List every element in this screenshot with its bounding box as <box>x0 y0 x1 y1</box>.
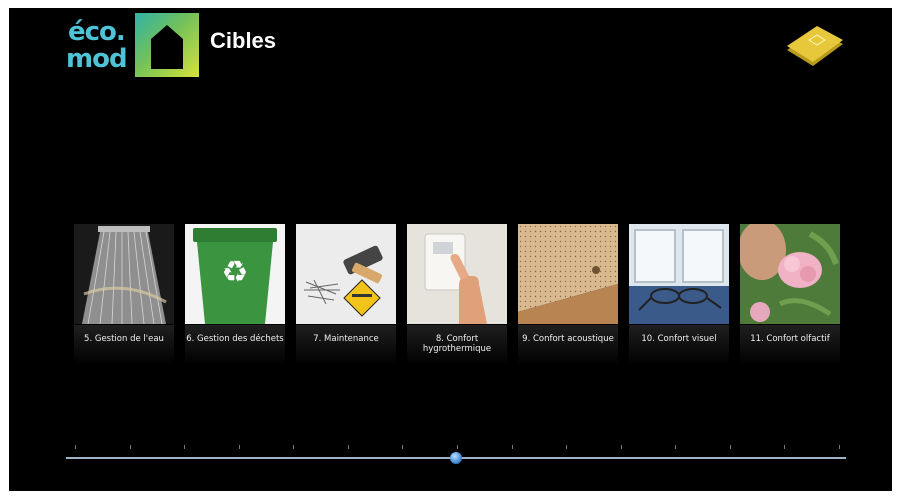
logo-line2: mod <box>66 44 128 74</box>
slider-tick <box>184 445 185 449</box>
card-label: 5. Gestion de l'eau <box>84 334 164 344</box>
card-label: 9. Confort acoustique <box>522 334 614 344</box>
slider-tick <box>239 445 240 449</box>
slider-tick <box>730 445 731 449</box>
slider-tick <box>348 445 349 449</box>
thermostat-image <box>407 224 507 324</box>
folder-home-icon[interactable] <box>779 16 849 72</box>
card-label: 11. Confort olfactif <box>750 334 830 344</box>
glasses-window-image <box>629 224 729 324</box>
app-screen: éco. mod Cibles 5. Gestion de l'eau ♻ 6.… <box>9 8 892 491</box>
page-title: Cibles <box>210 28 277 53</box>
targets-carousel: 5. Gestion de l'eau ♻ 6. Gestion des déc… <box>9 224 892 365</box>
slider-tick <box>839 445 840 449</box>
card-label: 8. Confort hygrothermique <box>422 334 492 354</box>
card-label: 7. Maintenance <box>313 334 379 344</box>
card-reflection <box>296 325 396 365</box>
card-reflection <box>185 325 285 365</box>
slider-tick <box>566 445 567 449</box>
acoustic-ceiling-image <box>518 224 618 324</box>
slider-tick <box>130 445 131 449</box>
logo-line1: éco. <box>68 17 126 47</box>
slider-tick <box>621 445 622 449</box>
slider-tick <box>457 445 458 449</box>
card-maintenance[interactable] <box>296 224 396 324</box>
card-visual-comfort[interactable] <box>629 224 729 324</box>
water-shower-image <box>74 224 174 324</box>
slider-tick <box>402 445 403 449</box>
card-waste-management[interactable]: ♻ <box>185 224 285 324</box>
smelling-flower-image <box>740 224 840 324</box>
card-reflection <box>518 325 618 365</box>
eco-mod-logo: éco. mod <box>64 14 132 76</box>
slider-tick <box>293 445 294 449</box>
card-reflection <box>740 325 840 365</box>
card-acoustic-comfort[interactable] <box>518 224 618 324</box>
slider-tick <box>784 445 785 449</box>
carousel-slider-knob[interactable] <box>450 452 462 464</box>
card-reflection <box>74 325 174 365</box>
card-label: 6. Gestion des déchets <box>186 334 284 344</box>
svg-text:♻: ♻ <box>222 255 249 290</box>
slider-tick <box>512 445 513 449</box>
maintenance-tools-image <box>296 224 396 324</box>
card-hygrothermal-comfort[interactable] <box>407 224 507 324</box>
card-olfactory-comfort[interactable] <box>740 224 840 324</box>
card-reflection <box>629 325 729 365</box>
card-water-management[interactable] <box>74 224 174 324</box>
recycle-bin-image: ♻ <box>185 224 285 324</box>
slider-tick <box>675 445 676 449</box>
house-icon <box>135 13 199 77</box>
slider-tick <box>75 445 76 449</box>
card-label: 10. Confort visuel <box>641 334 717 344</box>
